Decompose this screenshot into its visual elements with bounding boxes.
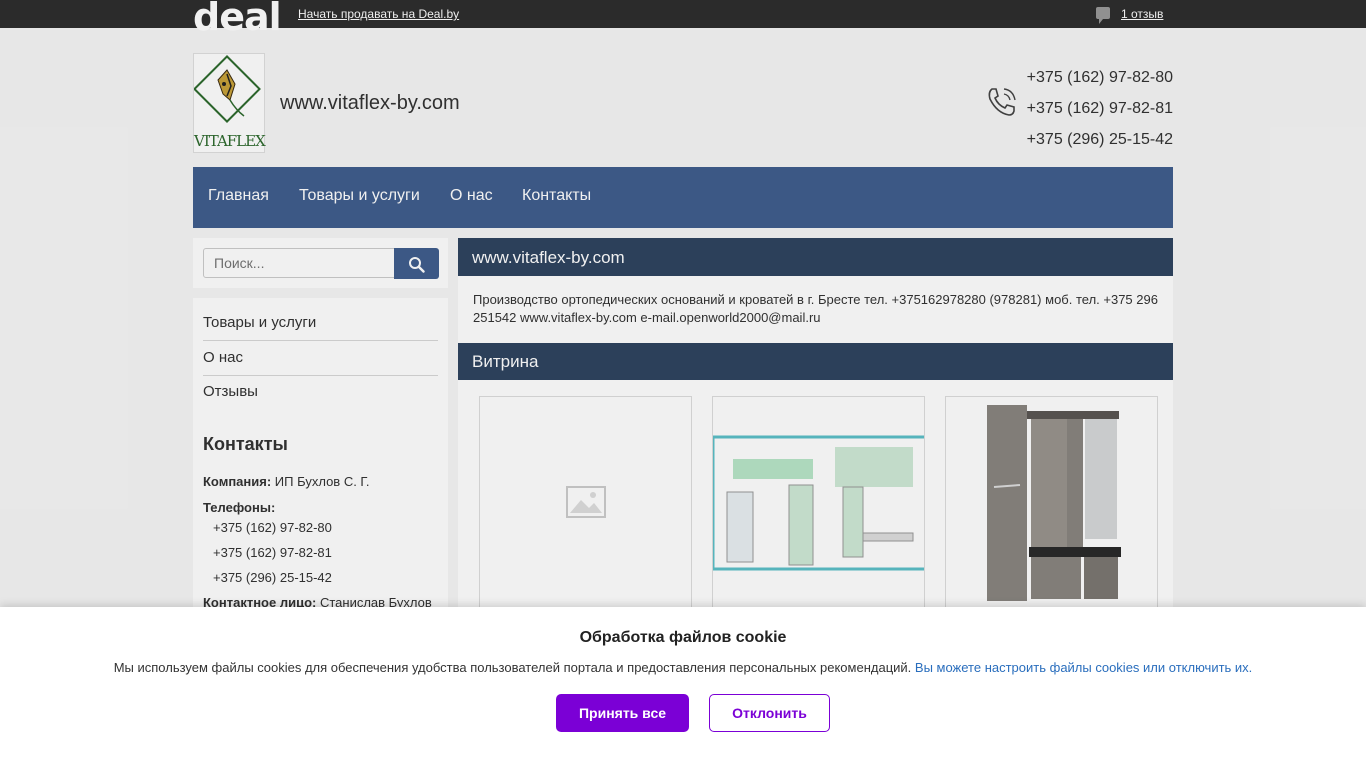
phones-label: Телефоны: [203, 500, 276, 515]
cookie-title: Обработка файлов cookie [579, 629, 787, 646]
butterfly-logo-icon [194, 55, 261, 123]
header-phone[interactable]: +375 (162) 97-82-81 [1027, 93, 1173, 124]
accept-all-button[interactable]: Принять все [556, 694, 689, 732]
company-description: Производство ортопедических оснований и … [458, 276, 1173, 343]
kids-furniture-image [713, 435, 924, 571]
product-card[interactable] [945, 396, 1158, 616]
main-nav: Главная Товары и услуги О нас Контакты [193, 167, 1173, 228]
nav-item-about[interactable]: О нас [450, 187, 493, 205]
contacts-title: Контакты [203, 434, 288, 454]
cookie-message: Мы используем файлы cookies для обеспече… [113, 660, 912, 675]
sidebar-phone[interactable]: +375 (162) 97-82-81 [213, 545, 332, 560]
sidebar-item-products[interactable]: Товары и услуги [203, 314, 438, 341]
company-label: Компания: [203, 474, 272, 489]
nav-item-contacts[interactable]: Контакты [522, 187, 591, 205]
sidebar: Товары и услуги О нас Отзывы Контакты Ко… [193, 298, 448, 628]
image-placeholder-icon [566, 486, 606, 518]
site-name[interactable]: www.vitaflex-by.com [280, 92, 460, 115]
nav-item-products[interactable]: Товары и услуги [299, 187, 420, 205]
search-input[interactable] [203, 248, 395, 278]
product-card[interactable] [712, 396, 925, 616]
sidebar-phone[interactable]: +375 (162) 97-82-80 [213, 520, 332, 535]
cookie-settings-link[interactable]: Вы можете настроить файлы cookies или от… [915, 660, 1252, 675]
cookie-banner: Обработка файлов cookie Мы используем фа… [0, 607, 1366, 768]
start-selling-link[interactable]: Начать продавать на Deal.by [298, 7, 459, 21]
logo-text: VITAFLEX [194, 132, 266, 150]
deal-logo[interactable]: deal [193, 0, 282, 36]
product-card[interactable] [479, 396, 692, 616]
main-title: www.vitaflex-by.com [458, 238, 1173, 276]
top-bar: deal Начать продавать на Deal.by 1 отзыв [0, 0, 1366, 36]
reviews-link[interactable]: 1 отзыв [1121, 7, 1163, 21]
sidebar-item-reviews[interactable]: Отзывы [203, 383, 438, 409]
header-phone[interactable]: +375 (296) 25-15-42 [1027, 124, 1173, 155]
sidebar-item-about[interactable]: О нас [203, 349, 438, 376]
vitrina-title: Витрина [458, 343, 1173, 380]
phones-row: Телефоны: [203, 500, 275, 515]
company-value: ИП Бухлов С. Г. [274, 474, 370, 489]
nav-item-home[interactable]: Главная [208, 187, 269, 205]
magnifier-icon [409, 257, 425, 273]
decline-button[interactable]: Отклонить [709, 694, 830, 732]
company-row: Компания: ИП Бухлов С. Г. [203, 474, 370, 489]
header-phones: +375 (162) 97-82-80 +375 (162) 97-82-81 … [1027, 62, 1173, 155]
sidebar-phone[interactable]: +375 (296) 25-15-42 [213, 570, 332, 585]
header-phone[interactable]: +375 (162) 97-82-80 [1027, 62, 1173, 93]
search-box [193, 238, 448, 288]
company-logo[interactable]: VITAFLEX [193, 53, 266, 153]
search-button[interactable] [394, 248, 439, 279]
speech-bubble-icon [1096, 7, 1110, 24]
cookie-text: Мы используем файлы cookies для обеспече… [0, 660, 1366, 675]
phone-icon [988, 88, 1016, 116]
hallway-furniture-image [987, 405, 1121, 601]
vitrina [458, 380, 1173, 630]
